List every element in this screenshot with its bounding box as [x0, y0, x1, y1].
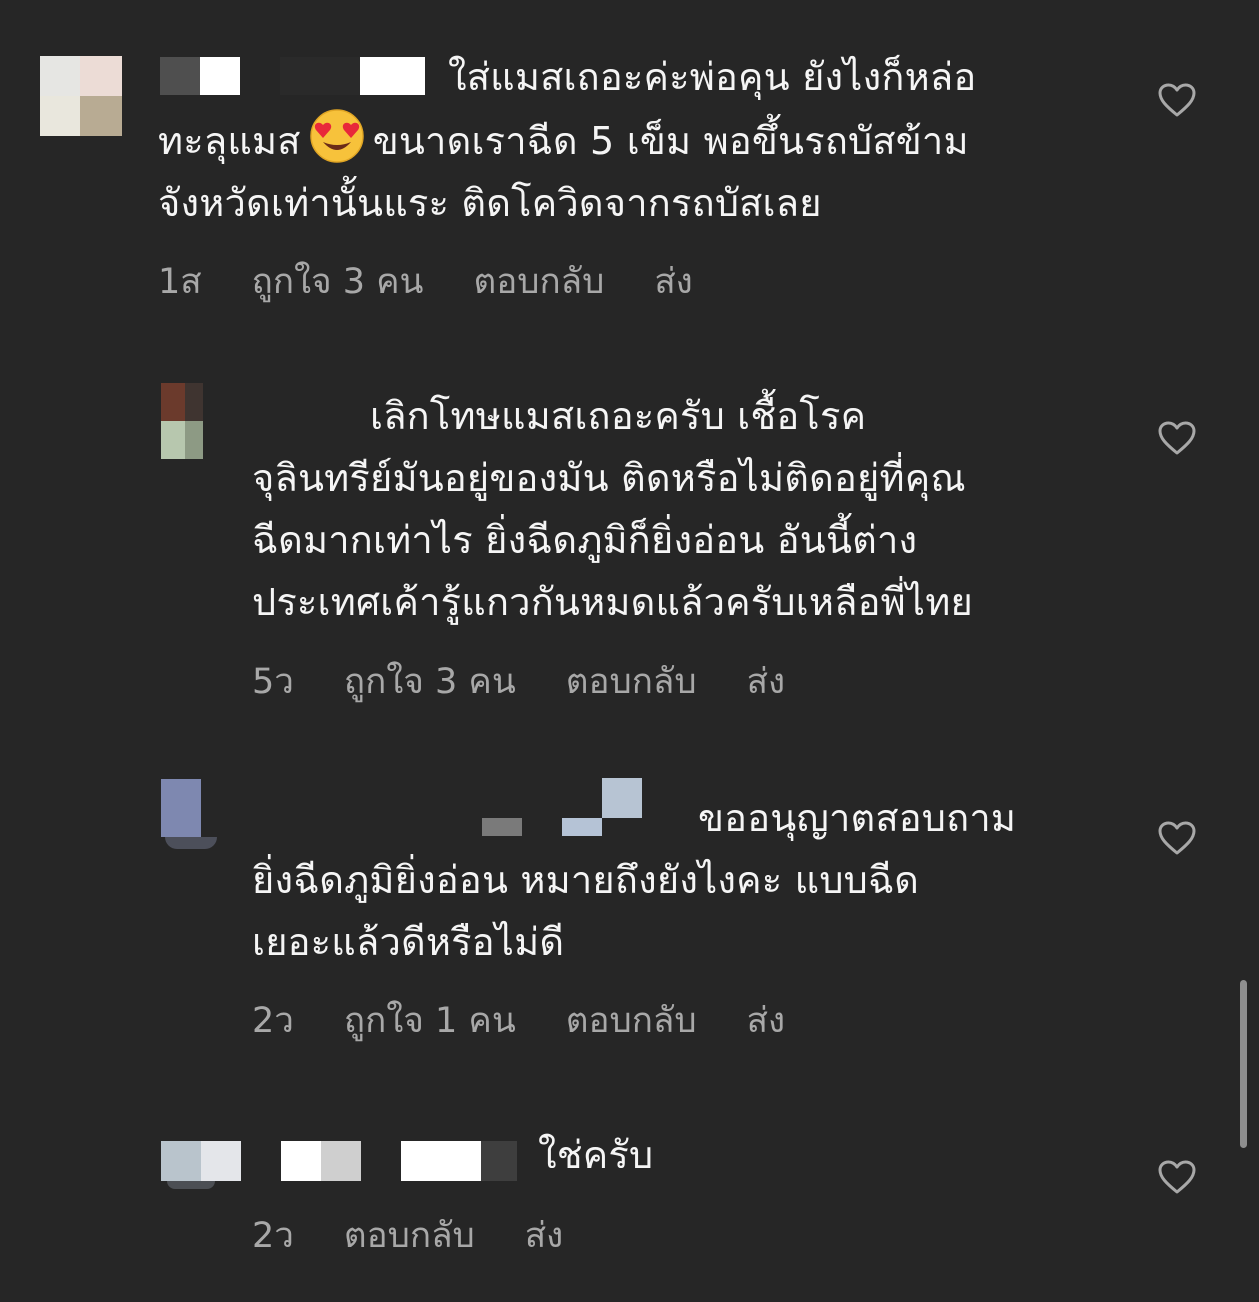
comment-text-line: เลิกโทษแมสเถอะครับ เชื้อโรค	[370, 394, 867, 438]
comment-meta: 2ว ตอบกลับ ส่ง	[252, 1208, 563, 1263]
share-button[interactable]: ส่ง	[525, 1208, 563, 1263]
heart-outline-icon[interactable]	[1158, 821, 1196, 855]
likes-count[interactable]: ถูกใจ 3 คน	[344, 654, 516, 709]
comment-text-line: ใช่ครับ	[538, 1133, 654, 1177]
comment-text-line: จุลินทรีย์มันอยู่ของมัน ติดหรือไม่ติดอยู…	[252, 456, 966, 500]
timestamp: 2ว	[252, 1001, 294, 1041]
reply-button[interactable]: ตอบกลับ	[566, 993, 697, 1048]
comment-text-line: ยิ่งฉีดภูมิยิ่งอ่อน หมายถึงยังไงคะ แบบฉี…	[252, 858, 919, 902]
comment-text-line: ฉีดมากเท่าไร ยิ่งฉีดภูมิก็ยิ่งอ่อน อันนี…	[252, 518, 918, 562]
comment-text-line: เยอะแล้วดีหรือไม่ดี	[252, 920, 565, 964]
timestamp: 1ส	[158, 262, 202, 302]
comment-meta: 2ว ถูกใจ 1 คน ตอบกลับ ส่ง	[252, 993, 785, 1048]
comments-page: ใส่แมสเถอะค่ะพ่อคุน ยังไงก็หล่อ ทะลุแมส …	[0, 0, 1259, 1302]
timestamp: 2ว	[252, 1216, 294, 1256]
avatar[interactable]	[161, 1141, 241, 1189]
share-button[interactable]: ส่ง	[747, 654, 785, 709]
heart-eyes-emoji	[309, 109, 364, 163]
comment-text: ใช่ครับ	[252, 1124, 653, 1186]
comment-text-line: ทะลุแมส ขนาดเราฉีด 5 เข็ม พอขึ้นรถบัสข้า…	[158, 108, 976, 172]
share-button[interactable]: ส่ง	[654, 254, 692, 309]
avatar[interactable]	[161, 383, 203, 459]
comment-meta: 1ส ถูกใจ 3 คน ตอบกลับ ส่ง	[158, 254, 693, 309]
comment-text-line: ประเทศเค้ารู้แกวกันหมดแล้วครับเหลือพี่ไท…	[252, 580, 973, 624]
comment-text: เลิกโทษแมสเถอะครับ เชื้อโรค จุลินทรีย์มั…	[252, 385, 973, 633]
avatar[interactable]	[161, 779, 221, 849]
timestamp: 5ว	[252, 662, 294, 702]
comment-text-line: ขออนุญาตสอบถาม	[698, 796, 1017, 840]
reply-button[interactable]: ตอบกลับ	[344, 1208, 475, 1263]
reply-button[interactable]: ตอบกลับ	[473, 254, 604, 309]
heart-outline-icon[interactable]	[1158, 1160, 1196, 1194]
likes-count[interactable]: ถูกใจ 3 คน	[252, 254, 424, 309]
reply-button[interactable]: ตอบกลับ	[566, 654, 697, 709]
heart-outline-icon[interactable]	[1158, 421, 1196, 455]
comment-text-line: จังหวัดเท่านั้นแระ ติดโควิดจากรถบัสเลย	[158, 181, 822, 225]
comment-text: ขออนุญาตสอบถาม ยิ่งฉีดภูมิยิ่งอ่อน หมายถ…	[252, 787, 1016, 973]
comment-text-line: ใส่แมสเถอะค่ะพ่อคุน ยังไงก็หล่อ	[448, 55, 977, 99]
heart-outline-icon[interactable]	[1158, 83, 1196, 117]
comment-text: ใส่แมสเถอะค่ะพ่อคุน ยังไงก็หล่อ ทะลุแมส …	[158, 46, 976, 234]
comment-meta: 5ว ถูกใจ 3 คน ตอบกลับ ส่ง	[252, 654, 785, 709]
share-button[interactable]: ส่ง	[747, 993, 785, 1048]
scrollbar[interactable]	[1240, 980, 1247, 1148]
avatar[interactable]	[40, 56, 122, 136]
likes-count[interactable]: ถูกใจ 1 คน	[344, 993, 516, 1048]
